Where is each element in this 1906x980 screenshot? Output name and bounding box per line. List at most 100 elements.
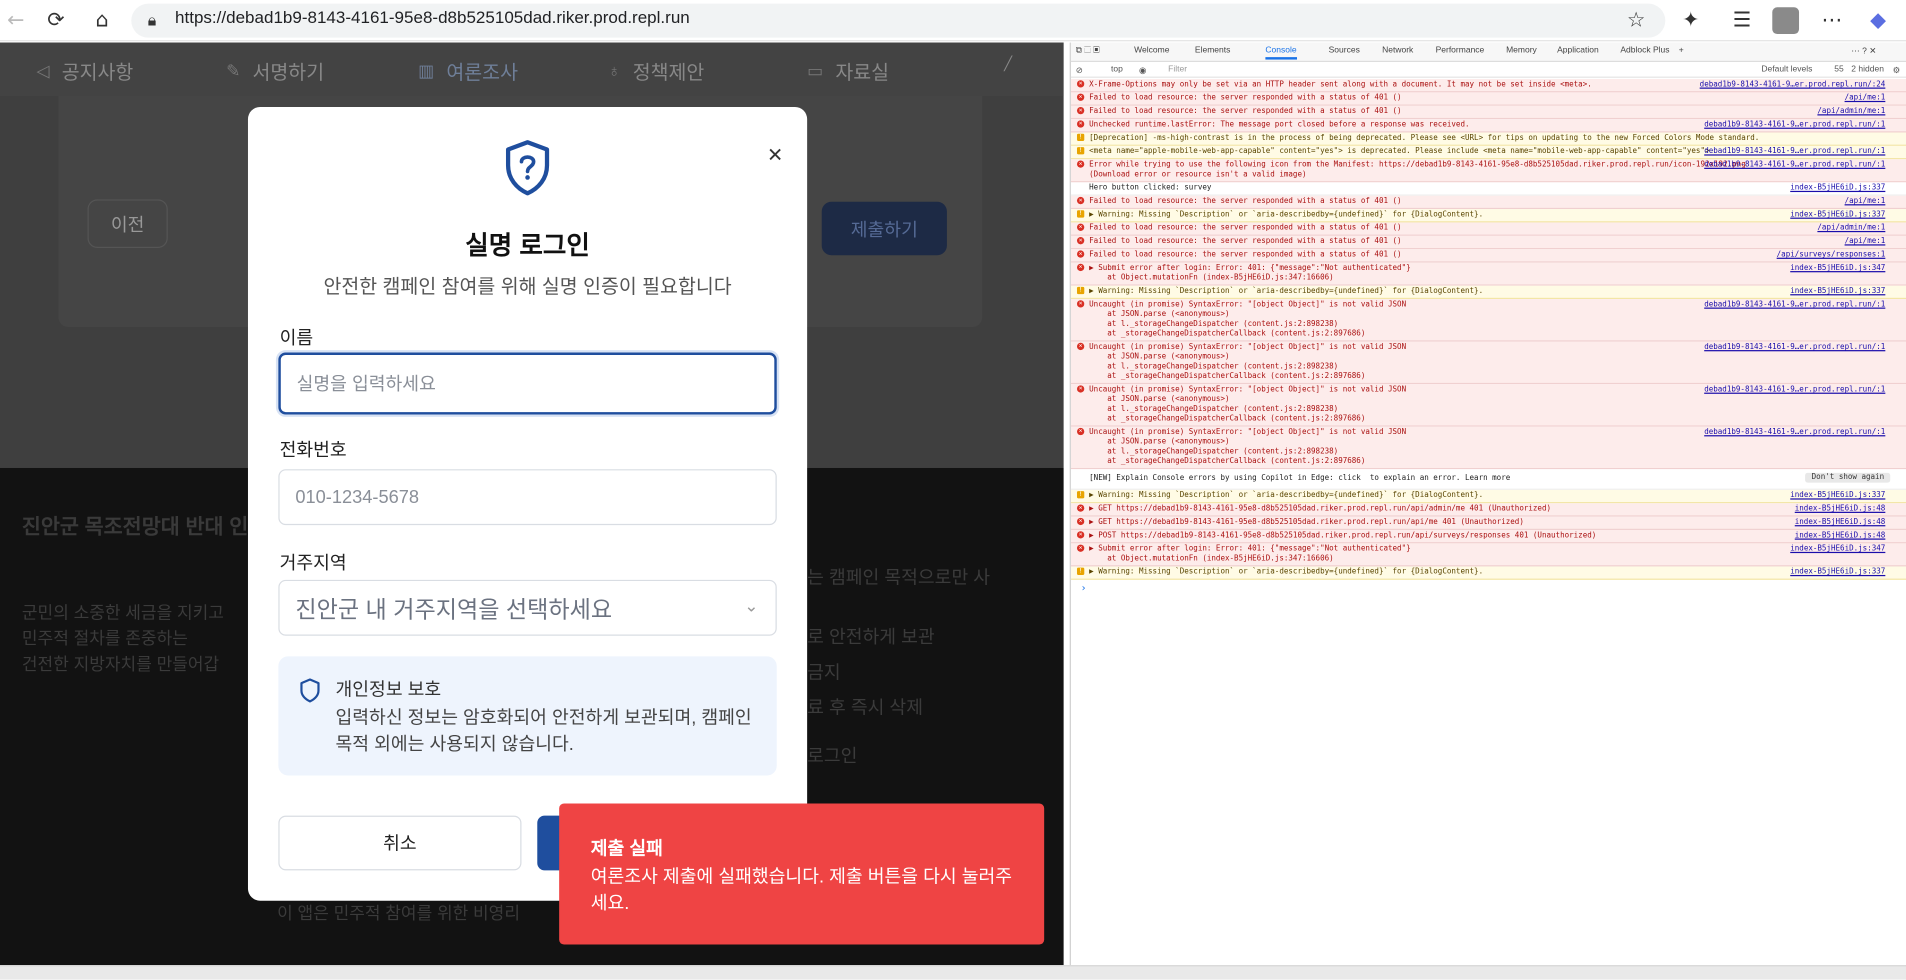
source-link[interactable]: /api/admin/me:1 <box>1817 224 1885 234</box>
source-link[interactable]: debad1b9-8143-4161-9…er.prod.repl.run/:2… <box>1700 80 1886 90</box>
console-error-row[interactable]: × ▶ GET https://debad1b9-8143-4161-95e8-d… <box>1070 516 1906 530</box>
source-link[interactable]: index-B5jHE6iD.js:337 <box>1790 184 1885 194</box>
source-link[interactable]: /api/surveys/responses:1 <box>1777 250 1886 260</box>
source-link[interactable]: index-B5jHE6iD.js:337 <box>1790 491 1885 501</box>
tab-application[interactable]: Application <box>1557 46 1599 55</box>
console-error-row[interactable]: × ▶ Submit error after login: Error: 401:… <box>1070 543 1906 567</box>
address-url[interactable]: https://debad1b9-8143-4161-95e8-d8b52510… <box>175 7 690 26</box>
source-link[interactable]: /api/admin/me:1 <box>1817 107 1885 117</box>
console-error-row[interactable]: × X-Frame-Options may only be set via an … <box>1070 79 1906 93</box>
clear-console-icon[interactable]: ⊘ <box>1076 66 1083 76</box>
source-link[interactable]: /api/me:1 <box>1845 237 1886 247</box>
console-error-row[interactable]: × Uncaught (in promise) SyntaxError: "[ob… <box>1070 299 1906 342</box>
console-message: Failed to load resource: the server resp… <box>1089 237 1402 246</box>
source-link[interactable]: index-B5jHE6iD.js:337 <box>1790 568 1885 578</box>
console-error-row[interactable]: × Failed to load resource: the server res… <box>1070 249 1906 263</box>
source-link[interactable]: index-B5jHE6iD.js:48 <box>1795 518 1886 528</box>
tab-adblock-plus[interactable]: Adblock Plus <box>1620 46 1669 55</box>
tab-console[interactable]: Console <box>1265 46 1297 60</box>
tab-elements[interactable]: Elements <box>1195 46 1230 55</box>
close-icon[interactable]: ✕ <box>767 143 783 166</box>
source-link[interactable]: debad1b9-8143-4161-9…er.prod.repl.run/:1 <box>1704 300 1885 310</box>
filter-input[interactable]: Filter <box>1168 66 1187 75</box>
console-warning-row[interactable]: ! <meta name="apple-mobile-web-app-capabl… <box>1070 145 1906 160</box>
eye-icon[interactable]: ◉ <box>1139 66 1146 76</box>
add-tab-icon[interactable]: + <box>1679 46 1684 55</box>
phone-input[interactable]: 010-1234-5678 <box>278 469 777 526</box>
console-warning-row[interactable]: ! ▶ Warning: Missing `Description` or `ar… <box>1070 285 1906 300</box>
source-link[interactable]: index-B5jHE6iD.js:337 <box>1790 287 1885 297</box>
region-select[interactable]: 진안군 내 거주지역을 선택하세요 ⌄ <box>278 579 777 636</box>
console-error-row[interactable]: × Failed to load resource: the server res… <box>1070 235 1906 250</box>
favorites-icon[interactable]: ☰ <box>1726 5 1758 37</box>
back-icon[interactable]: ← <box>0 5 32 37</box>
tab-sources[interactable]: Sources <box>1329 46 1360 55</box>
console-error-row[interactable]: × Failed to load resource: the server res… <box>1070 92 1906 106</box>
console-error-row[interactable]: × Failed to load resource: the server res… <box>1070 222 1906 236</box>
submit-form-button[interactable]: 제출하기 <box>821 201 947 256</box>
device-icon[interactable]: ⧉ ⬚ ▣ <box>1076 46 1100 56</box>
console-error-row[interactable]: × Failed to load resource: the server res… <box>1070 105 1906 120</box>
source-link[interactable]: debad1b9-8143-4161-9…er.prod.repl.run/:1 <box>1704 385 1885 395</box>
source-link[interactable]: index-B5jHE6iD.js:337 <box>1790 210 1885 220</box>
source-link[interactable]: debad1b9-8143-4161-9…er.prod.repl.run/:1 <box>1704 147 1885 157</box>
warning-icon: ! <box>1076 147 1085 155</box>
console-error-row[interactable]: × ▶ Submit error after login: Error: 401:… <box>1070 262 1906 286</box>
console-error-row[interactable]: × Uncaught (in promise) SyntaxError: "[ob… <box>1070 341 1906 385</box>
source-link[interactable]: /api/me:1 <box>1845 94 1886 104</box>
favorite-star-icon[interactable]: ☆ <box>1620 5 1652 37</box>
source-link[interactable]: /api/me:1 <box>1845 197 1886 207</box>
console-prompt[interactable]: › <box>1071 580 1906 596</box>
nav-item-notice[interactable]: ◁ 공지사항 <box>36 56 133 85</box>
profile-avatar[interactable] <box>1770 5 1802 37</box>
source-link[interactable]: index-B5jHE6iD.js:347 <box>1790 264 1885 274</box>
source-link[interactable]: debad1b9-8143-4161-9…er.prod.repl.run/:1 <box>1704 120 1885 130</box>
phone-label: 전화번호 <box>279 440 347 461</box>
source-link[interactable]: debad1b9-8143-4161-9…er.prod.repl.run/:1 <box>1704 428 1885 438</box>
nav-item-sign[interactable]: ✎ 서명하기 <box>226 56 324 85</box>
dont-show-again-button[interactable]: Don't show again <box>1805 472 1891 483</box>
console-log-row[interactable]: Hero button clicked: survey index-B5jHE6i… <box>1070 182 1906 196</box>
tab-memory[interactable]: Memory <box>1506 46 1537 55</box>
site-info-icon[interactable]: 🔒︎ <box>136 5 168 37</box>
issues-count[interactable]: 55 <box>1834 66 1843 75</box>
nav-item-proposal[interactable]: ♁ 정책제안 <box>608 56 705 85</box>
console-error-row[interactable]: × Uncaught (in promise) SyntaxError: "[ob… <box>1070 384 1906 427</box>
console-error-row[interactable]: × ▶ POST https://debad1b9-8143-4161-95e8-… <box>1070 529 1906 544</box>
source-link[interactable]: index-B5jHE6iD.js:347 <box>1790 545 1885 555</box>
console-warning-row[interactable]: ! ▶ Warning: Missing `Description` or `ar… <box>1070 209 1906 223</box>
home-icon[interactable]: ⌂ <box>86 5 118 37</box>
source-link[interactable]: index-B5jHE6iD.js:48 <box>1795 504 1886 514</box>
top-nav: ◁ 공지사항 ✎ 서명하기 ▥ 여론조사 ♁ 정책제안 ▭ 자료실 ╱ <box>0 42 1064 97</box>
context-select[interactable]: top <box>1111 66 1123 75</box>
console-error-row[interactable]: × Failed to load resource: the server res… <box>1070 195 1906 210</box>
prev-button[interactable]: 이전 <box>87 199 168 248</box>
name-input[interactable]: 실명을 입력하세요 <box>278 352 777 415</box>
console-error-row[interactable]: × Uncaught (in promise) SyntaxError: "[ob… <box>1070 426 1906 470</box>
error-toast[interactable]: 제출 실패 여론조사 제출에 실패했습니다. 제출 버튼을 다시 눌러주세요. <box>559 803 1045 945</box>
source-link[interactable]: index-B5jHE6iD.js:48 <box>1795 531 1886 541</box>
tab-welcome[interactable]: Welcome <box>1134 46 1169 55</box>
console-error-row[interactable]: × Error while trying to use the following… <box>1070 159 1906 183</box>
refresh-icon[interactable]: ⟳ <box>40 5 72 37</box>
tab-network[interactable]: Network <box>1382 46 1413 55</box>
nav-item-survey[interactable]: ▥ 여론조사 <box>418 56 518 85</box>
more-icon[interactable]: ⋯ ? ✕ <box>1851 46 1876 56</box>
copilot-icon[interactable]: ◆ <box>1862 5 1894 37</box>
console-warning-row[interactable]: ! [Deprecation] -ms-high-contrast is in t… <box>1070 132 1906 146</box>
nav-item-archive[interactable]: ▭ 자료실 <box>807 56 889 85</box>
privacy-title: 개인정보 보호 <box>335 679 442 701</box>
extensions-icon[interactable]: ✦ <box>1675 5 1707 37</box>
levels-select[interactable]: Default levels <box>1761 66 1812 75</box>
name-label: 이름 <box>279 328 314 349</box>
console-error-row[interactable]: × Unchecked runtime.lastError: The messag… <box>1070 119 1906 133</box>
tab-performance[interactable]: Performance <box>1436 46 1485 55</box>
source-link[interactable]: debad1b9-8143-4161-9…er.prod.repl.run/:1 <box>1704 160 1885 170</box>
console-error-row[interactable]: × ▶ GET https://debad1b9-8143-4161-95e8-d… <box>1070 503 1906 517</box>
console-warning-row[interactable]: ! ▶ Warning: Missing `Description` or `ar… <box>1070 566 1906 580</box>
settings-gear-icon[interactable]: ⚙ <box>1893 66 1901 76</box>
console-warning-row[interactable]: ! ▶ Warning: Missing `Description` or `ar… <box>1070 489 1906 504</box>
more-icon[interactable]: ⋯ <box>1816 5 1848 37</box>
cancel-button[interactable]: 취소 <box>278 815 522 871</box>
source-link[interactable]: debad1b9-8143-4161-9…er.prod.repl.run/:1 <box>1704 343 1885 353</box>
